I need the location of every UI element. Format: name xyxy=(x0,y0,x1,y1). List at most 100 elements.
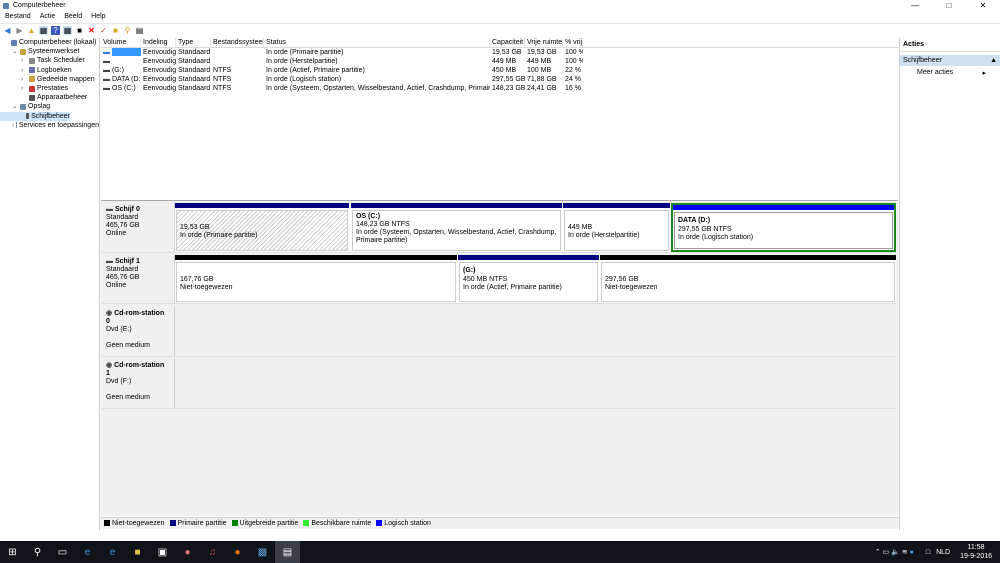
firefox-icon[interactable]: ● xyxy=(225,541,250,563)
column-header[interactable]: Type xyxy=(176,38,211,47)
table-row[interactable]: ▬ (G:) Eenvoudig Standaard NTFS In orde (Act… xyxy=(101,66,898,75)
menu-actie[interactable]: Actie xyxy=(40,13,56,20)
action-pane-icon[interactable]: ▦ xyxy=(63,26,72,35)
computerbeheer-taskbar-icon[interactable]: ▤ xyxy=(275,541,300,563)
tree-item[interactable]: Schijfbeheer xyxy=(0,111,70,121)
menu-bestand[interactable]: Bestand xyxy=(5,13,31,20)
check-icon[interactable]: ✓ xyxy=(99,26,108,35)
cdrom-row-1[interactable]: ◉ Cd-rom-station 1 Dvd (F:) Geen medium xyxy=(102,359,896,409)
back-icon[interactable]: ◀ xyxy=(3,26,12,35)
cell-text: 297,55 GB xyxy=(492,76,525,83)
more-actions-link[interactable]: Meer acties ▸ xyxy=(900,66,1000,77)
chevron-icon[interactable]: › xyxy=(12,121,14,130)
disk-name: Cd-rom-station 1 xyxy=(106,362,165,377)
edge-icon[interactable]: e xyxy=(75,541,100,563)
table-row[interactable]: ▬ Eenvoudig Standaard In orde (Primaire pa… xyxy=(101,48,898,57)
ie-icon[interactable]: e xyxy=(100,541,125,563)
spacer[interactable]: › xyxy=(21,56,27,65)
spacer[interactable]: › xyxy=(21,75,27,84)
table-cell xyxy=(211,57,264,66)
table-row[interactable]: ▬ Eenvoudig Standaard In orde (Herstelpart… xyxy=(101,57,898,66)
disk-label[interactable]: ▬ Schijf 0 Standaard 465,76 GB Online xyxy=(102,203,175,252)
tree-item[interactable]: › Prestaties xyxy=(0,84,99,93)
partition-os-c[interactable]: OS (C:) 148,23 GB NTFS In orde (Systeem, O… xyxy=(351,203,562,252)
partition-primary-unnamed[interactable]: 19,53 GB In orde (Primaire partitie) xyxy=(175,203,349,252)
store-icon[interactable]: ▣ xyxy=(150,541,175,563)
column-header[interactable]: Vrije ruimte xyxy=(525,38,563,47)
chevron-icon[interactable]: ⌄ xyxy=(12,102,18,111)
partition-recovery[interactable]: 449 MB In orde (Herstelpartitie) xyxy=(563,203,670,252)
cell-text: NTFS xyxy=(213,67,232,74)
tree-item[interactable]: Apparaatbeheer xyxy=(0,93,99,102)
column-header[interactable]: Bestandssysteem xyxy=(211,38,264,47)
cdrom-row-0[interactable]: ◉ Cd-rom-station 0 Dvd (E:) Geen medium xyxy=(102,307,896,357)
partition-unallocated-2[interactable]: 297,56 GB Niet-toegewezen xyxy=(600,255,896,303)
actions-section[interactable]: Schijfbeheer ▲ xyxy=(900,55,1000,66)
tree-item[interactable]: Computerbeheer (lokaal) xyxy=(0,38,99,47)
partition-status: Niet-toegewezen xyxy=(180,284,233,291)
tray-icons[interactable]: ⌃ ▭ 🔈 ≋ ● xyxy=(875,548,914,556)
maximize-button[interactable]: □ xyxy=(932,0,966,11)
properties-icon[interactable]: ▤ xyxy=(135,26,144,35)
search-icon[interactable]: ⚲ xyxy=(123,26,132,35)
partition-data-d[interactable]: DATA (D:) 297,55 GB NTFS In orde (Logisch … xyxy=(671,203,896,252)
column-header[interactable]: Capaciteit xyxy=(490,38,525,47)
tree-item[interactable]: › Logboeken xyxy=(0,66,99,75)
task-view-icon[interactable]: ▭ xyxy=(50,541,75,563)
column-header[interactable]: Indeling xyxy=(141,38,176,47)
table-row[interactable]: ▬ DATA (D:) Eenvoudig Standaard NTFS In orde… xyxy=(101,75,898,84)
explorer-icon[interactable]: ■ xyxy=(125,541,150,563)
disk-label[interactable]: ◉ Cd-rom-station 0 Dvd (E:) Geen medium xyxy=(102,307,175,356)
language-indicator[interactable]: NLD xyxy=(936,549,950,556)
spacer[interactable]: › xyxy=(21,66,27,75)
delete-icon[interactable]: ✕ xyxy=(87,26,96,35)
start-icon[interactable]: ⊞ xyxy=(0,541,25,563)
table-cell: NTFS xyxy=(211,84,264,93)
help-icon[interactable]: ? xyxy=(51,26,60,35)
clock[interactable]: 11:58 19-9-2016 xyxy=(960,543,992,561)
cell-text: 71,88 GB xyxy=(527,76,557,83)
menu-help[interactable]: Help xyxy=(91,13,105,20)
tree-item[interactable]: ⌄ Systeemwerkset xyxy=(0,47,99,56)
column-header[interactable]: Status xyxy=(264,38,490,47)
cell-text: 450 MB xyxy=(492,67,517,74)
app-icon-2[interactable]: ▩ xyxy=(250,541,275,563)
forward-icon[interactable]: ▶ xyxy=(15,26,24,35)
table-row[interactable]: ▬ OS (C:) Eenvoudig Standaard NTFS In orde (… xyxy=(101,84,898,93)
table-cell: Standaard xyxy=(176,66,211,75)
menu-beeld[interactable]: Beeld xyxy=(64,13,82,20)
tree-item[interactable]: ⌄ Opslag xyxy=(0,102,99,111)
partition-unallocated-1[interactable]: 167,76 GB Niet-toegewezen xyxy=(175,255,457,303)
column-header[interactable]: % vrij xyxy=(563,38,583,47)
collapse-icon[interactable]: ▲ xyxy=(990,57,997,64)
disk-row-1[interactable]: ▬ Schijf 1 Standaard 465,76 GB Online 167,7… xyxy=(102,255,896,304)
partition-status: In orde (Systeem, Opstarten, Wisselbesta… xyxy=(356,229,557,244)
spacer[interactable]: › xyxy=(21,84,27,93)
notification-icon[interactable]: □ xyxy=(926,549,930,556)
connect-icon[interactable]: ■ xyxy=(75,26,84,35)
disk-label[interactable]: ▬ Schijf 1 Standaard 465,76 GB Online xyxy=(102,255,175,303)
console-tree-icon[interactable]: ▦ xyxy=(39,26,48,35)
chevron-icon[interactable]: ⌄ xyxy=(12,47,18,56)
tree-item[interactable]: › Gedeelde mappen xyxy=(0,75,99,84)
cell-text: 100 % xyxy=(565,49,583,56)
more-actions-label: Meer acties xyxy=(917,69,954,76)
tree-node-icon xyxy=(29,57,35,64)
tree-item[interactable]: › Task Scheduler xyxy=(0,56,99,65)
minimize-button[interactable]: — xyxy=(898,0,932,11)
tree-item-label: Opslag xyxy=(28,103,51,111)
search-icon[interactable]: ⚲ xyxy=(25,541,50,563)
actions-title: Acties xyxy=(900,38,1000,52)
disk-label[interactable]: ◉ Cd-rom-station 1 Dvd (F:) Geen medium xyxy=(102,359,175,408)
up-folder-icon[interactable]: ▲ xyxy=(27,26,36,35)
new-icon[interactable]: ■ xyxy=(111,26,120,35)
media-icon[interactable]: ● xyxy=(175,541,200,563)
column-header[interactable]: Volume xyxy=(101,38,141,47)
table-cell: In orde (Logisch station) xyxy=(264,75,490,84)
close-button[interactable]: ✕ xyxy=(966,0,1000,11)
tree-item[interactable]: › Services en toepassingen xyxy=(0,121,99,130)
itunes-icon[interactable]: ♫ xyxy=(200,541,225,563)
partition-g[interactable]: (G:) 450 MB NTFS In orde (Actief, Primaire… xyxy=(458,255,599,303)
disk-row-0[interactable]: ▬ Schijf 0 Standaard 465,76 GB Online 19,53… xyxy=(102,203,896,253)
tree-item-label: Apparaatbeheer xyxy=(37,94,88,102)
